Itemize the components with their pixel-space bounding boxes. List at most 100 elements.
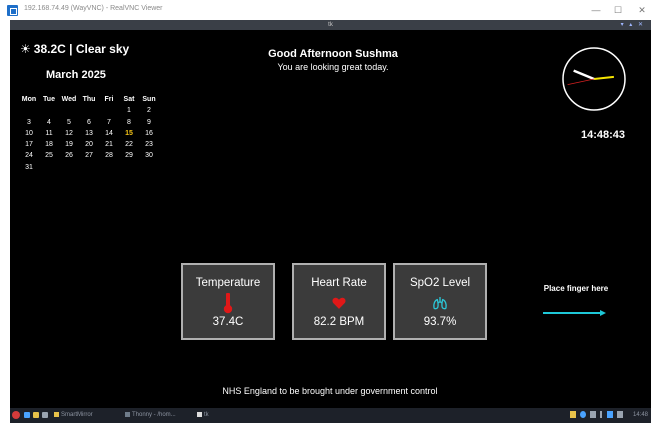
temperature-card: Temperature 37.4C bbox=[181, 263, 275, 340]
calendar-day: 21 bbox=[105, 141, 113, 149]
calendar-day: 24 bbox=[25, 152, 33, 160]
file-manager-icon[interactable] bbox=[33, 412, 39, 418]
calendar-day bbox=[139, 162, 159, 173]
divider-icon bbox=[600, 411, 602, 418]
calendar-day: 19 bbox=[65, 141, 73, 149]
calendar-day: 11 bbox=[45, 129, 53, 137]
calendar-day bbox=[19, 105, 39, 116]
calendar-day bbox=[119, 162, 139, 173]
calendar-week: 3 4 5 6 7 8 9 bbox=[19, 117, 159, 128]
heart-icon bbox=[294, 292, 384, 314]
taskbar-item-thonny[interactable]: Thonny - /hom... bbox=[125, 410, 176, 421]
taskbar-clock: 14:48 bbox=[632, 412, 648, 418]
folder-icon bbox=[54, 411, 59, 417]
calendar-weekday: Wed bbox=[61, 96, 77, 103]
calendar-day: 26 bbox=[65, 152, 73, 160]
calendar-week: 31 bbox=[19, 162, 159, 173]
calendar-day: 17 bbox=[25, 141, 33, 149]
calendar-day-today: 15 bbox=[125, 129, 133, 137]
digital-clock: 14:48:43 bbox=[580, 129, 626, 141]
card-title: Heart Rate bbox=[311, 277, 367, 289]
vnc-titlebar: 192.168.74.49 (WayVNC) - RealVNC Viewer … bbox=[0, 0, 661, 20]
greeting: Good Afternoon Sushma You are looking gr… bbox=[233, 48, 433, 73]
news-headline: NHS England to be brought under governme… bbox=[222, 386, 438, 396]
smart-mirror-screen: ☀ 38.2C | Clear sky March 2025 Mon Tue Wed T… bbox=[10, 30, 651, 408]
calendar-day: 10 bbox=[25, 129, 33, 137]
calendar-day: 31 bbox=[25, 163, 33, 171]
right-arrow-icon bbox=[542, 304, 608, 322]
lungs-icon bbox=[395, 292, 485, 314]
weather-widget: ☀ 38.2C | Clear sky bbox=[20, 42, 129, 56]
greeting-main: Good Afternoon Sushma bbox=[268, 48, 398, 60]
calendar-day bbox=[59, 105, 79, 116]
sun-icon: ☀ bbox=[20, 42, 31, 56]
calendar-weekday: Sun bbox=[142, 96, 156, 103]
spo2-card: SpO2 Level 93.7% bbox=[393, 263, 487, 340]
calendar-day: 20 bbox=[85, 141, 93, 149]
spo2-value: 93.7% bbox=[423, 316, 457, 328]
thermometer-icon bbox=[183, 292, 273, 314]
window-title: 192.168.74.49 (WayVNC) - RealVNC Viewer bbox=[24, 5, 163, 12]
calendar-day: 18 bbox=[45, 141, 53, 149]
calendar-day bbox=[39, 162, 59, 173]
card-title: Temperature bbox=[195, 277, 261, 289]
taskbar-item-smartmirror[interactable]: SmartMirror bbox=[54, 410, 93, 421]
window-icon bbox=[197, 411, 202, 417]
calendar-day bbox=[79, 162, 99, 173]
thonny-icon bbox=[125, 411, 130, 417]
calendar-day: 6 bbox=[87, 118, 91, 126]
raspberry-menu-icon[interactable] bbox=[12, 411, 20, 419]
heart-rate-card: Heart Rate 82.2 BPM bbox=[292, 263, 386, 340]
calendar-week: 24 25 26 27 28 29 30 bbox=[19, 150, 159, 161]
calendar-day: 30 bbox=[145, 152, 153, 160]
calendar-day: 29 bbox=[125, 152, 133, 160]
calendar-weekday: Tue bbox=[43, 96, 55, 103]
taskbar: SmartMirror Thonny - /hom... tk 14:48 bbox=[10, 408, 651, 423]
calendar-week: 12 bbox=[19, 105, 159, 116]
place-finger-label: Place finger here bbox=[543, 284, 609, 293]
browser-icon[interactable] bbox=[24, 412, 30, 418]
calendar-day: 12 bbox=[65, 129, 73, 137]
calendar-day: 3 bbox=[27, 118, 31, 126]
calendar-day: 4 bbox=[47, 118, 51, 126]
wifi-icon[interactable] bbox=[607, 411, 613, 418]
calendar-day bbox=[59, 162, 79, 173]
calendar-week: 17 18 19 20 21 22 23 bbox=[19, 139, 159, 150]
remote-window-titlebar: tk ▾ ▴ ✕ bbox=[10, 20, 651, 30]
calendar-day: 8 bbox=[127, 118, 131, 126]
calendar-week: 10 11 12 13 14 15 16 bbox=[19, 128, 159, 139]
calendar-day bbox=[39, 105, 59, 116]
network-icon[interactable] bbox=[590, 411, 596, 418]
clock-face bbox=[562, 47, 626, 111]
greeting-sub: You are looking great today. bbox=[277, 62, 389, 72]
weather-text: 38.2C | Clear sky bbox=[33, 42, 130, 56]
calendar-day: 25 bbox=[45, 152, 53, 160]
calendar-weekday: Thu bbox=[82, 96, 96, 103]
realvnc-app-icon bbox=[7, 5, 18, 16]
remote-window-title: tk bbox=[328, 22, 333, 28]
calendar-grid: Mon Tue Wed Thu Fri Sat Sun 1 2 3 4 5 6 7 8 9 10 11 12 13 14… bbox=[19, 94, 159, 173]
calendar-day bbox=[99, 105, 119, 116]
temperature-value: 37.4C bbox=[212, 316, 244, 328]
remote-window-controls[interactable]: ▾ ▴ ✕ bbox=[621, 20, 645, 30]
volume-icon[interactable] bbox=[617, 411, 623, 418]
calendar-day bbox=[79, 105, 99, 116]
calendar-day: 13 bbox=[85, 129, 93, 137]
calendar-day: 1 bbox=[127, 107, 131, 115]
calendar-day: 7 bbox=[107, 118, 111, 126]
calendar-day bbox=[99, 162, 119, 173]
calendar-weekday: Fri bbox=[104, 96, 114, 103]
analog-clock bbox=[561, 46, 627, 112]
calendar-weekday: Mon bbox=[21, 96, 37, 103]
taskbar-item-tk[interactable]: tk bbox=[197, 410, 209, 421]
close-button[interactable]: ✕ bbox=[632, 4, 652, 16]
calendar-day: 14 bbox=[105, 129, 113, 137]
calendar-day: 23 bbox=[145, 141, 153, 149]
minimize-button[interactable]: — bbox=[586, 4, 606, 16]
update-icon[interactable] bbox=[570, 411, 576, 418]
calendar-day: 16 bbox=[145, 129, 153, 137]
bluetooth-icon[interactable] bbox=[580, 411, 586, 418]
terminal-icon[interactable] bbox=[42, 412, 48, 418]
calendar-title: March 2025 bbox=[46, 69, 106, 81]
maximize-button[interactable]: ☐ bbox=[608, 4, 628, 16]
